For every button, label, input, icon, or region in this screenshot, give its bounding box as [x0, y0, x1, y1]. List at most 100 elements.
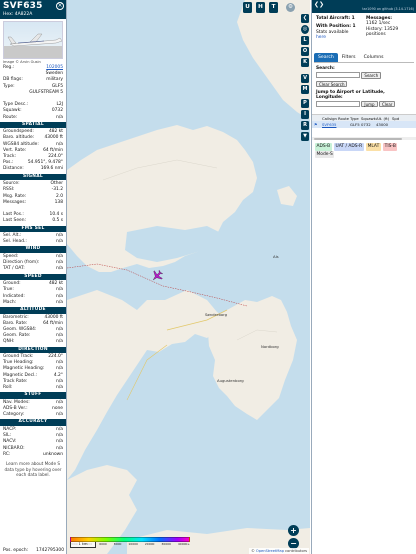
- flag-icon: ⚑: [314, 122, 318, 128]
- settings-gear-icon[interactable]: ⚙: [286, 3, 295, 12]
- chip-mode-s[interactable]: Mode-S: [315, 150, 335, 159]
- map-attribution: © OpenStreetMap contributors: [249, 548, 309, 554]
- clear-search-button[interactable]: Clear Search: [316, 80, 348, 88]
- legend-tick: 30000: [161, 542, 171, 546]
- info-row-value: 0.5 s: [52, 218, 63, 224]
- zoom-in-button[interactable]: +: [288, 525, 299, 536]
- map-button-t[interactable]: T: [269, 2, 278, 13]
- info-row-key: Reg.:: [3, 65, 15, 70]
- section-header[interactable]: WIND: [0, 246, 66, 254]
- row-altitude: 43000: [376, 122, 389, 128]
- info-row: Sel. Head.: n/a: [0, 239, 66, 245]
- chip-mlat[interactable]: MLAT: [366, 143, 381, 151]
- section-header[interactable]: STUFF: [0, 392, 66, 399]
- info-row-value: n/a: [56, 114, 63, 120]
- toggle-m[interactable]: M: [301, 85, 309, 94]
- row-squawk: 0732: [361, 122, 371, 128]
- withpos-label: With Position:: [316, 24, 351, 30]
- info-row-key: Last Seen:: [3, 218, 26, 224]
- history-text: History: 13529 positions: [366, 26, 399, 38]
- mode-s-footnote: Learn more about Mode S data type by hov…: [4, 460, 62, 478]
- toggle-v[interactable]: V: [301, 74, 309, 83]
- hex-label: Hex:: [3, 12, 14, 17]
- search-button[interactable]: Search: [361, 72, 382, 79]
- section-header[interactable]: SPEED: [0, 273, 66, 281]
- version-link[interactable]: tar1090 on github (3.14.1716): [362, 7, 414, 11]
- stats-block: Total Aircraft: 1 With Position: 1 Stats…: [312, 13, 416, 51]
- info-row-key: Type:: [3, 83, 15, 89]
- chip-adsb[interactable]: ADS-B: [315, 143, 332, 151]
- filter-funnel-icon[interactable]: ▼: [301, 132, 309, 141]
- withpos-value: 1: [352, 24, 356, 30]
- info-row-value: 138: [54, 199, 63, 205]
- close-icon[interactable]: ×: [56, 2, 64, 10]
- place-label-nordborg: Nordborg: [261, 344, 279, 349]
- scale-bar: 1 km: [70, 542, 96, 548]
- map-button-h[interactable]: H: [256, 2, 265, 13]
- tab-filters[interactable]: Filters: [338, 53, 360, 62]
- table-row[interactable]: ⚑ SVF635 GLF5 0732 43000: [312, 121, 416, 129]
- panel-arrows-icon[interactable]: ❮❯: [314, 1, 324, 8]
- tab-search[interactable]: Search: [314, 53, 338, 62]
- info-row-value: GULFSTREAM 5: [29, 89, 63, 95]
- toggle-i[interactable]: I: [301, 110, 309, 119]
- section-header[interactable]: ALTITUDE: [0, 306, 66, 314]
- detail-sections: SPATIAL Groundspeed: 482 kt Baro. altitude:…: [0, 121, 66, 458]
- map-button-u[interactable]: U: [243, 2, 252, 13]
- chip-uat-adsr[interactable]: UAT / ADS-R: [334, 143, 364, 151]
- collapse-arrow-icon[interactable]: ❮: [301, 14, 309, 23]
- legend-tick: 8000: [113, 542, 122, 546]
- source-legend: ADS-B UAT / ADS-R MLAT TIS-B Mode-S: [312, 140, 416, 159]
- info-row-key: Mach:: [3, 299, 17, 305]
- info-row-value: n/a: [56, 299, 63, 305]
- panel-tabs: Search Filters Columns: [314, 53, 414, 63]
- place-label-als: Als: [273, 254, 279, 259]
- info-row: Distance: 169.6 nmi: [0, 166, 66, 172]
- attribution-suffix: contributors: [285, 549, 307, 553]
- toggle-p[interactable]: P: [301, 99, 309, 108]
- section-header[interactable]: FMS SEL: [0, 225, 66, 233]
- info-row: Mach: n/a: [0, 300, 66, 306]
- aircraft-photo[interactable]: [3, 21, 63, 59]
- info-row-key: Sel. Head.:: [3, 239, 27, 245]
- search-input[interactable]: [316, 72, 360, 79]
- info-row-key: Route:: [3, 114, 18, 120]
- info-row-value: n/a: [56, 239, 63, 245]
- row-callsign[interactable]: SVF635: [320, 121, 336, 128]
- toggle-o[interactable]: O: [301, 47, 309, 56]
- section-header[interactable]: DIRECTION: [0, 346, 66, 354]
- info-row: QNH: n/a: [0, 339, 66, 345]
- map-geography: [67, 0, 310, 554]
- hex-line: Hex: 4A822A: [3, 12, 32, 17]
- toggle-k[interactable]: K: [301, 58, 309, 67]
- info-row: Last Seen: 0.5 s: [0, 218, 66, 224]
- chip-tisb[interactable]: TIS-B: [383, 143, 398, 151]
- info-row-value: 169.6 nmi: [40, 166, 63, 172]
- toggle-l[interactable]: L: [301, 36, 309, 45]
- osm-link[interactable]: OpenStreetMap: [256, 549, 284, 553]
- total-value: 1: [351, 16, 355, 21]
- section-header[interactable]: SIGNAL: [0, 173, 66, 181]
- total-label: Total Aircraft:: [316, 16, 351, 21]
- toggle-r[interactable]: R: [301, 121, 309, 130]
- info-row-key: RC:: [3, 451, 11, 457]
- basic-info-list: Reg.: 102005 Sweden DB flags: military Type: G…: [0, 65, 66, 121]
- section-header[interactable]: SPATIAL: [0, 121, 66, 129]
- section-header[interactable]: ACCURACY: [0, 419, 66, 426]
- layers-icon[interactable]: ◎: [301, 25, 309, 34]
- attribution-prefix: ©: [251, 549, 255, 553]
- stats-here-link[interactable]: here: [316, 35, 366, 40]
- aircraft-marker-icon[interactable]: [151, 270, 163, 282]
- clear-button[interactable]: Clear: [378, 100, 396, 107]
- map-canvas[interactable]: Als Sønderborg Nordborg Augustenborg U H…: [67, 0, 310, 554]
- info-row-value: n/a: [56, 412, 63, 418]
- table-horizontal-scrollbar[interactable]: [312, 137, 416, 141]
- place-label-augustenborg: Augustenborg: [217, 378, 244, 383]
- jump-button[interactable]: Jump: [361, 100, 378, 107]
- tab-columns[interactable]: Columns: [360, 53, 388, 62]
- info-row-value: unknown: [43, 451, 63, 457]
- jump-input[interactable]: [316, 100, 360, 107]
- info-row-key: QNH:: [3, 339, 15, 345]
- info-row-value: n/a: [56, 266, 63, 272]
- place-label-sonderborg: Sønderborg: [205, 312, 228, 317]
